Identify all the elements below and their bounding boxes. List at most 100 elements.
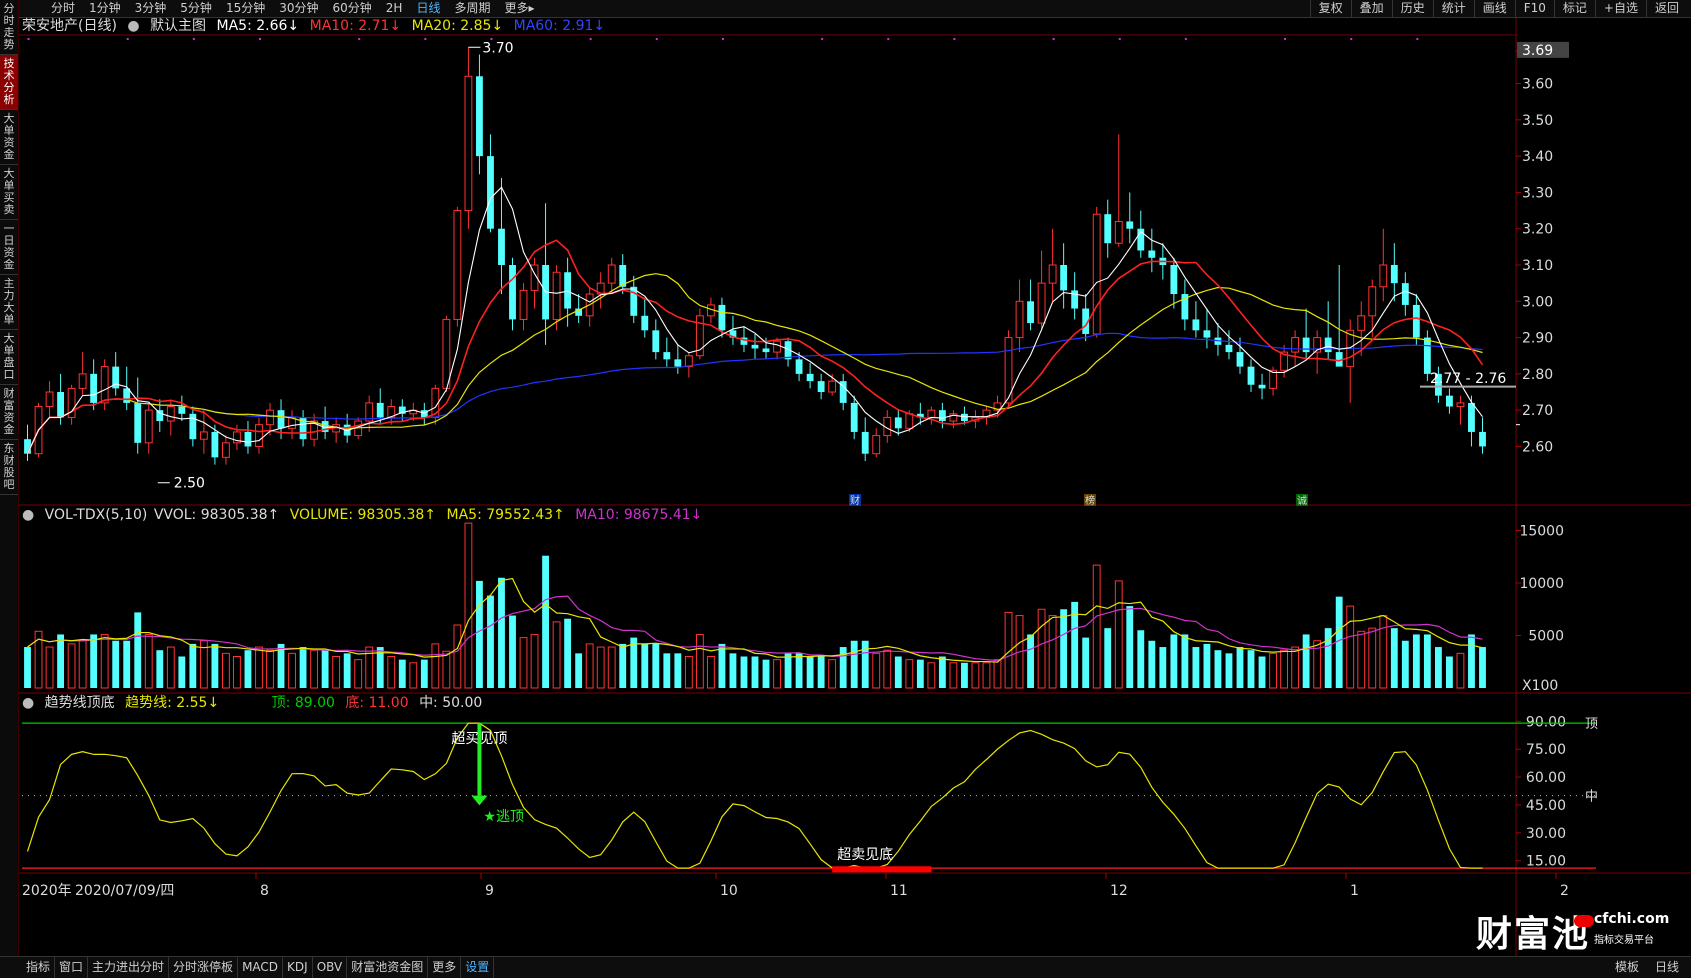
candle-down (1148, 250, 1156, 258)
bottom-tab-8[interactable]: 更多 (428, 957, 462, 978)
sidebar-item-6[interactable]: 大单盘口 (0, 330, 18, 385)
volume-bar-up (585, 643, 594, 689)
period-tab-10[interactable]: 更多▸ (497, 0, 541, 17)
toolbar-button-3[interactable]: 统计 (1432, 0, 1474, 17)
period-tab-0[interactable]: 分时 (44, 0, 82, 17)
logo-site: cfchi.com (1594, 911, 1670, 927)
sidebar-item-4[interactable]: 一日资金 (0, 220, 18, 275)
sidebar-item-2[interactable]: 大单资金 (0, 110, 18, 165)
sidebar-item-8[interactable]: 东财股吧 (0, 440, 18, 495)
candle-down (156, 410, 164, 422)
volume-bar-down (784, 653, 792, 688)
vol-indicator-name[interactable]: VOL-TDX(5,10) (45, 507, 148, 523)
trend-indicator-name[interactable]: 趋势线顶底 (45, 695, 115, 711)
toolbar-button-0[interactable]: 复权 (1309, 0, 1351, 17)
marker-dot (1416, 38, 1419, 40)
marker-dot (589, 38, 592, 40)
volume-bar-up (1456, 652, 1465, 689)
marker-dot (424, 38, 427, 40)
bottom-right-tab-1[interactable]: 日线 (1647, 957, 1687, 978)
volume-bar-down (938, 656, 946, 688)
period-tab-6[interactable]: 60分钟 (326, 0, 379, 17)
volume-bar-up (442, 650, 451, 689)
toolbar-button-6[interactable]: 标记 (1553, 0, 1595, 17)
ind-axis-label: 90.00 (1526, 714, 1566, 730)
gear-icon[interactable]: ● (22, 507, 34, 523)
candle-down (663, 352, 671, 360)
bottom-tabs: 指标 窗口 主力进出分时 分时涨停板 MACD KDJ OBV 财富池资金图 更多 设置 (22, 957, 495, 978)
bottom-tab-0[interactable]: 指标 (22, 957, 56, 978)
volume-bar-down (1390, 628, 1398, 688)
bottom-tab-1[interactable]: 窗口 (55, 957, 89, 978)
sidebar-item-7[interactable]: 财富资金 (0, 385, 18, 440)
ind-axis-label: 60.00 (1526, 770, 1566, 786)
toolbar-button-4[interactable]: 画线 (1473, 0, 1515, 17)
candle-down (90, 373, 98, 403)
candle-down (24, 439, 31, 454)
volume-bar-down (839, 647, 847, 688)
sidebar-item-0[interactable]: 分时走势 (0, 0, 18, 55)
candle-up (255, 424, 263, 447)
volume-bar-down (1247, 650, 1255, 688)
bottom-tab-5[interactable]: KDJ (283, 957, 313, 978)
period-tab-8[interactable]: 日线 (409, 0, 447, 17)
bottom-tab-3[interactable]: 分时涨停板 (169, 957, 239, 978)
candle-up (519, 289, 528, 320)
cfchi-logo: 财富池 cfchi.com 指标交易平台 (1476, 905, 1670, 955)
chart-canvas[interactable]: 3.69 3.60 3.50 3.40 3.30 3.20 3.10 3.00 2.90 2.80… (0, 0, 1691, 977)
period-tab-2[interactable]: 3分钟 (128, 0, 174, 17)
volume-bar-down (178, 656, 186, 688)
volume-bar-down (762, 659, 770, 688)
sidebar-item-3[interactable]: 大单买卖 (0, 165, 18, 220)
period-tab-4[interactable]: 15分钟 (219, 0, 272, 17)
volume-bar-down (961, 662, 968, 688)
candle-down (718, 304, 726, 331)
candle-down (244, 431, 252, 447)
bottom-tab-2[interactable]: 主力进出分时 (88, 957, 170, 978)
gear-icon[interactable]: ● (127, 18, 139, 34)
candle-down (1468, 402, 1475, 432)
candle-up (905, 413, 914, 429)
period-tab-1[interactable]: 1分钟 (82, 0, 128, 17)
candle-down (476, 76, 483, 157)
period-tab-9[interactable]: 多周期 (447, 0, 497, 17)
candle-down (1390, 265, 1398, 284)
logo-text: 财富池 (1476, 914, 1591, 955)
toolbar-button-2[interactable]: 历史 (1391, 0, 1433, 17)
top-right-toolbar: 复权 叠加 历史 统计 画线 F10 标记 +自选 返回 (1309, 0, 1687, 17)
toolbar-button-1[interactable]: 叠加 (1350, 0, 1392, 17)
volume-bar-up (222, 652, 230, 689)
ind-axis-label: 75.00 (1526, 742, 1566, 758)
volume-bar-up (695, 633, 704, 689)
toolbar-button-8[interactable]: 返回 (1645, 0, 1687, 17)
price-axis-label: 3.10 (1522, 258, 1553, 274)
candle-up (1269, 369, 1277, 389)
period-tab-5[interactable]: 30分钟 (272, 0, 325, 17)
stock-name[interactable]: 荣安地产(日线) (22, 18, 117, 34)
candle-down (674, 359, 682, 367)
candle-down (509, 265, 516, 320)
bottom-tab-9[interactable]: 设置 (461, 957, 495, 978)
bottom-right-tab-0[interactable]: 模板 (1607, 957, 1647, 978)
toolbar-button-5[interactable]: F10 (1514, 0, 1554, 17)
candle-up (1291, 337, 1300, 353)
candle-up (828, 380, 837, 393)
main-indicator-label[interactable]: 默认主图 (150, 18, 206, 34)
bottom-tab-7[interactable]: 财富池资金图 (347, 957, 429, 978)
candle-up (166, 406, 175, 422)
bottom-tab-6[interactable]: OBV (313, 957, 348, 978)
sidebar-item-1[interactable]: 技术分析 (0, 55, 18, 110)
volume-bar-down (740, 656, 748, 688)
gear-icon[interactable]: ● (22, 695, 34, 711)
volume-bar-up (905, 659, 914, 689)
sidebar-item-5[interactable]: 主力大单 (0, 275, 18, 330)
volume-bar-down (1181, 634, 1189, 688)
period-tab-3[interactable]: 5分钟 (173, 0, 219, 17)
candle-up (266, 409, 274, 426)
vol-ma5-label: MA5: 79552.43↑ (446, 507, 565, 523)
bottom-tab-4[interactable]: MACD (238, 957, 284, 978)
ma20-label: MA20: 2.85↓ (411, 18, 504, 34)
toolbar-button-7[interactable]: +自选 (1594, 0, 1646, 17)
marker-dot (887, 38, 890, 40)
period-tab-7[interactable]: 2H (379, 0, 410, 17)
